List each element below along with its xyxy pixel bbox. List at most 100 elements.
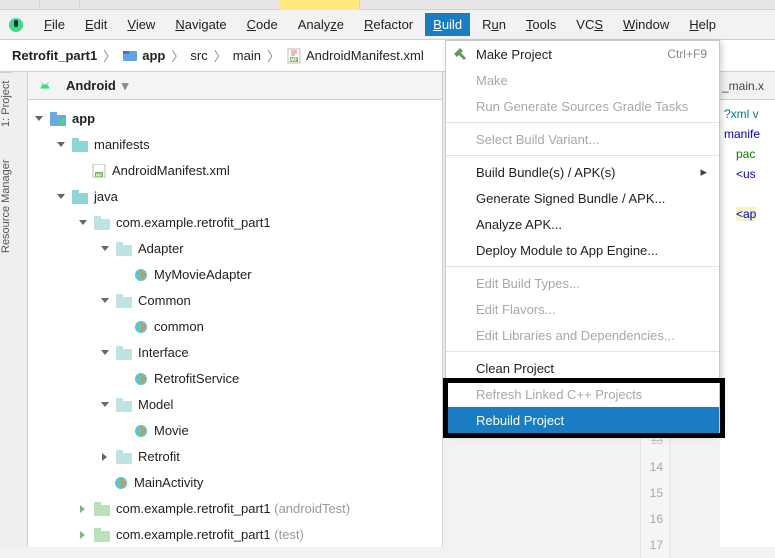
- editor-gutter: 13 14 15 16 17: [640, 428, 670, 558]
- tree-adapter[interactable]: Adapter: [138, 236, 184, 262]
- tree-common-cls[interactable]: common: [154, 314, 204, 340]
- tree-app[interactable]: app: [72, 106, 95, 132]
- package-icon: [116, 450, 132, 464]
- hammer-icon: [452, 46, 468, 62]
- menu-rebuild-project[interactable]: Rebuild Project: [446, 407, 719, 433]
- folder-icon: [72, 138, 88, 152]
- tree-expander-icon[interactable]: [100, 452, 110, 462]
- menu-separator: [446, 155, 719, 156]
- editor-tab[interactable]: _main.x: [720, 72, 775, 100]
- android-icon: [38, 79, 52, 93]
- editor-content: ?xml v manife pac <us <ap: [720, 100, 775, 224]
- menu-select-variant: Select Build Variant...: [446, 126, 719, 152]
- menu-analyze[interactable]: Analyze: [290, 13, 352, 36]
- tree-manifests[interactable]: manifests: [94, 132, 150, 158]
- manifest-file-icon: MF: [286, 48, 302, 64]
- kotlin-class-icon: [134, 424, 148, 438]
- project-mode-selector[interactable]: Android ▾: [28, 72, 442, 100]
- menu-clean-project[interactable]: Clean Project: [446, 355, 719, 381]
- submenu-arrow-icon: ▸: [700, 164, 707, 180]
- menu-edit[interactable]: Edit: [77, 13, 115, 36]
- tree-expander-icon[interactable]: [56, 192, 66, 202]
- menu-refresh-cpp: Refresh Linked C++ Projects: [446, 381, 719, 407]
- menu-file[interactable]: File: [36, 13, 73, 36]
- tree-expander-icon[interactable]: [56, 140, 66, 150]
- tree-retrofitservice[interactable]: RetrofitService: [154, 366, 239, 392]
- folder-icon: [72, 190, 88, 204]
- kotlin-class-icon: [134, 372, 148, 386]
- menu-vcs[interactable]: VCS: [568, 13, 611, 36]
- menu-run[interactable]: Run: [474, 13, 514, 36]
- module-folder-icon: [50, 112, 66, 126]
- menu-generate-signed[interactable]: Generate Signed Bundle / APK...: [446, 185, 719, 211]
- tree-expander-icon[interactable]: [100, 296, 110, 306]
- menu-refactor[interactable]: Refactor: [356, 13, 421, 36]
- menu-analyze-apk[interactable]: Analyze APK...: [446, 211, 719, 237]
- package-icon: [116, 398, 132, 412]
- tree-common[interactable]: Common: [138, 288, 191, 314]
- package-icon: [116, 294, 132, 308]
- project-tree[interactable]: app manifests MF AndroidManifest.xml jav…: [28, 100, 442, 547]
- tree-retrofit[interactable]: Retrofit: [138, 444, 180, 470]
- tree-expander-icon[interactable]: [78, 218, 88, 228]
- svg-text:MF: MF: [290, 57, 297, 63]
- tree-expander-icon[interactable]: [100, 244, 110, 254]
- package-icon: [94, 502, 110, 516]
- tree-expander-icon[interactable]: [100, 348, 110, 358]
- menu-edit-flavors: Edit Flavors...: [446, 296, 719, 322]
- menu-separator: [446, 351, 719, 352]
- tree-expander-icon[interactable]: [78, 504, 88, 514]
- package-icon: [94, 216, 110, 230]
- menu-separator: [446, 266, 719, 267]
- menu-edit-libs: Edit Libraries and Dependencies...: [446, 322, 719, 348]
- editor-area[interactable]: _main.x ?xml v manife pac <us <ap: [720, 72, 775, 547]
- tree-expander-icon[interactable]: [34, 114, 44, 124]
- tree-mainactivity[interactable]: MainActivity: [134, 470, 203, 496]
- menu-build[interactable]: Build: [425, 13, 470, 36]
- menu-separator: [446, 122, 719, 123]
- breadcrumb-project[interactable]: Retrofit_part1: [12, 48, 97, 63]
- breadcrumb-file[interactable]: MF AndroidManifest.xml: [286, 48, 424, 64]
- menu-code[interactable]: Code: [239, 13, 286, 36]
- menu-help[interactable]: Help: [681, 13, 724, 36]
- chevron-right-icon: 〉: [212, 46, 229, 65]
- tree-pkg-androidtest[interactable]: com.example.retrofit_part1 (androidTest): [116, 496, 350, 522]
- menu-view[interactable]: View: [119, 13, 163, 36]
- left-toolwindow-rail: Resource Manager 1: Project: [0, 72, 28, 547]
- menu-make-project[interactable]: Make Project Ctrl+F9: [446, 41, 719, 67]
- package-icon: [116, 242, 132, 256]
- menu-navigate[interactable]: Navigate: [167, 13, 234, 36]
- breadcrumb-app[interactable]: app: [142, 48, 165, 63]
- menu-build-bundles[interactable]: Build Bundle(s) / APK(s)▸: [446, 159, 719, 185]
- chevron-right-icon: 〉: [101, 46, 118, 65]
- chevron-down-icon: ▾: [122, 78, 129, 94]
- svg-text:MF: MF: [96, 173, 103, 178]
- build-menu-dropdown: Make Project Ctrl+F9 Make Run Generate S…: [445, 40, 720, 434]
- breadcrumb-src[interactable]: src: [190, 48, 207, 63]
- breadcrumb-main[interactable]: main: [233, 48, 261, 63]
- tree-java[interactable]: java: [94, 184, 118, 210]
- manifest-file-icon: MF: [92, 164, 106, 178]
- tree-interface[interactable]: Interface: [138, 340, 189, 366]
- tree-pkg-test[interactable]: com.example.retrofit_part1 (test): [116, 522, 304, 547]
- menu-tools[interactable]: Tools: [518, 13, 564, 36]
- tree-mymovieadapter[interactable]: MyMovieAdapter: [154, 262, 252, 288]
- chevron-right-icon: 〉: [265, 46, 282, 65]
- tree-model[interactable]: Model: [138, 392, 173, 418]
- kotlin-class-icon: [114, 476, 128, 490]
- menubar: File Edit View Navigate Code Analyze Ref…: [0, 10, 775, 40]
- tree-manifest-file[interactable]: AndroidManifest.xml: [112, 158, 230, 184]
- tree-expander-icon[interactable]: [100, 400, 110, 410]
- menu-edit-build-types: Edit Build Types...: [446, 270, 719, 296]
- package-icon: [116, 346, 132, 360]
- menu-deploy-appengine[interactable]: Deploy Module to App Engine...: [446, 237, 719, 263]
- tree-expander-icon[interactable]: [78, 530, 88, 540]
- tree-movie[interactable]: Movie: [154, 418, 189, 444]
- menu-run-gen-sources: Run Generate Sources Gradle Tasks: [446, 93, 719, 119]
- rail-project[interactable]: 1: Project: [0, 81, 12, 127]
- kotlin-class-icon: [134, 268, 148, 282]
- rail-resource-manager[interactable]: Resource Manager: [0, 159, 12, 253]
- tree-pkg-main[interactable]: com.example.retrofit_part1: [116, 210, 271, 236]
- menu-window[interactable]: Window: [615, 13, 677, 36]
- android-studio-icon: [8, 17, 24, 33]
